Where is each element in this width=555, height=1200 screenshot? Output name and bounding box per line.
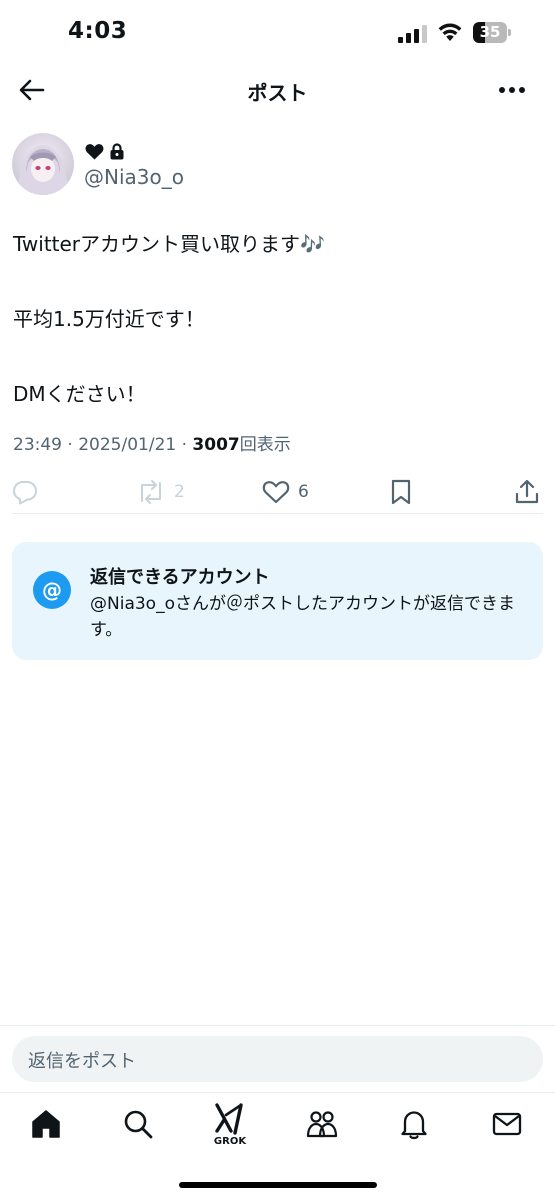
- wifi-icon: [438, 23, 462, 41]
- post-time[interactable]: 23:49: [13, 435, 62, 455]
- heart-icon: [85, 143, 104, 159]
- like-count: 6: [298, 482, 309, 502]
- heart-outline-icon: [262, 481, 290, 504]
- cellular-signal-icon: [398, 25, 427, 43]
- grok-icon: [215, 1103, 243, 1135]
- post-author: @Nia3o_o: [12, 133, 512, 197]
- author-handle[interactable]: @Nia3o_o: [84, 165, 184, 189]
- battery-indicator: 35: [473, 22, 511, 43]
- status-time: 4:03: [68, 18, 128, 44]
- reply-compose-input[interactable]: 返信をポスト: [12, 1036, 543, 1082]
- tab-grok[interactable]: [213, 1103, 247, 1137]
- post-text-line: DMください！: [13, 382, 146, 406]
- home-icon[interactable]: [29, 1107, 63, 1141]
- meta-separator: ·: [181, 435, 188, 455]
- share-icon: [515, 479, 539, 504]
- views-label[interactable]: 回表示: [240, 435, 291, 455]
- page-title: ポスト: [247, 81, 308, 105]
- repost-button[interactable]: 2: [136, 476, 185, 508]
- bookmark-button[interactable]: [390, 476, 412, 508]
- post-meta: 23:49 · 2025/01/21 · 3007回表示: [13, 430, 291, 455]
- communities-icon[interactable]: [305, 1107, 339, 1141]
- repost-count: 2: [174, 482, 185, 502]
- reply-icon: [13, 481, 37, 505]
- post-text-line: Twitterアカウント買い取ります🎶: [13, 232, 325, 256]
- post-actions: 2 6: [0, 470, 555, 514]
- battery-level: 35: [479, 23, 501, 41]
- share-button[interactable]: [515, 476, 539, 508]
- views-count[interactable]: 3007: [192, 435, 239, 455]
- home-indicator[interactable]: [179, 1182, 377, 1188]
- more-options-icon[interactable]: [497, 76, 527, 104]
- avatar[interactable]: [12, 133, 74, 195]
- post-body: Twitterアカウント買い取ります🎶 平均1.5万付近です！ DMください！: [13, 226, 543, 412]
- reply-button[interactable]: [12, 476, 38, 508]
- profile-badges: [85, 141, 124, 161]
- reply-restriction-title: 返信できるアカウント: [90, 567, 270, 588]
- search-icon[interactable]: [121, 1107, 155, 1141]
- lock-icon: [110, 142, 124, 159]
- mention-icon: @: [33, 571, 71, 609]
- grok-label: GROK: [213, 1136, 247, 1147]
- bell-icon[interactable]: [397, 1107, 431, 1141]
- reply-restriction-card: @ 返信できるアカウント @Nia3o_oさんが＠ポストしたアカウントが返信でき…: [12, 542, 543, 660]
- status-bar: 4:03 35: [0, 0, 555, 66]
- mail-icon[interactable]: [490, 1107, 524, 1141]
- post-date[interactable]: 2025/01/21: [78, 435, 176, 455]
- meta-separator: ·: [67, 435, 73, 455]
- post-text-line: 平均1.5万付近です！: [13, 307, 205, 331]
- divider: [0, 1025, 555, 1026]
- reply-restriction-description: @Nia3o_oさんが＠ポストしたアカウントが返信できます。: [90, 594, 515, 640]
- repost-icon: [141, 480, 161, 504]
- bookmark-icon: [391, 479, 411, 505]
- like-button[interactable]: 6: [262, 476, 309, 508]
- compose-placeholder: 返信をポスト: [28, 1051, 136, 1072]
- divider: [12, 513, 543, 514]
- nav-bar: ポスト: [0, 66, 555, 114]
- tab-bar: GROK: [0, 1093, 555, 1163]
